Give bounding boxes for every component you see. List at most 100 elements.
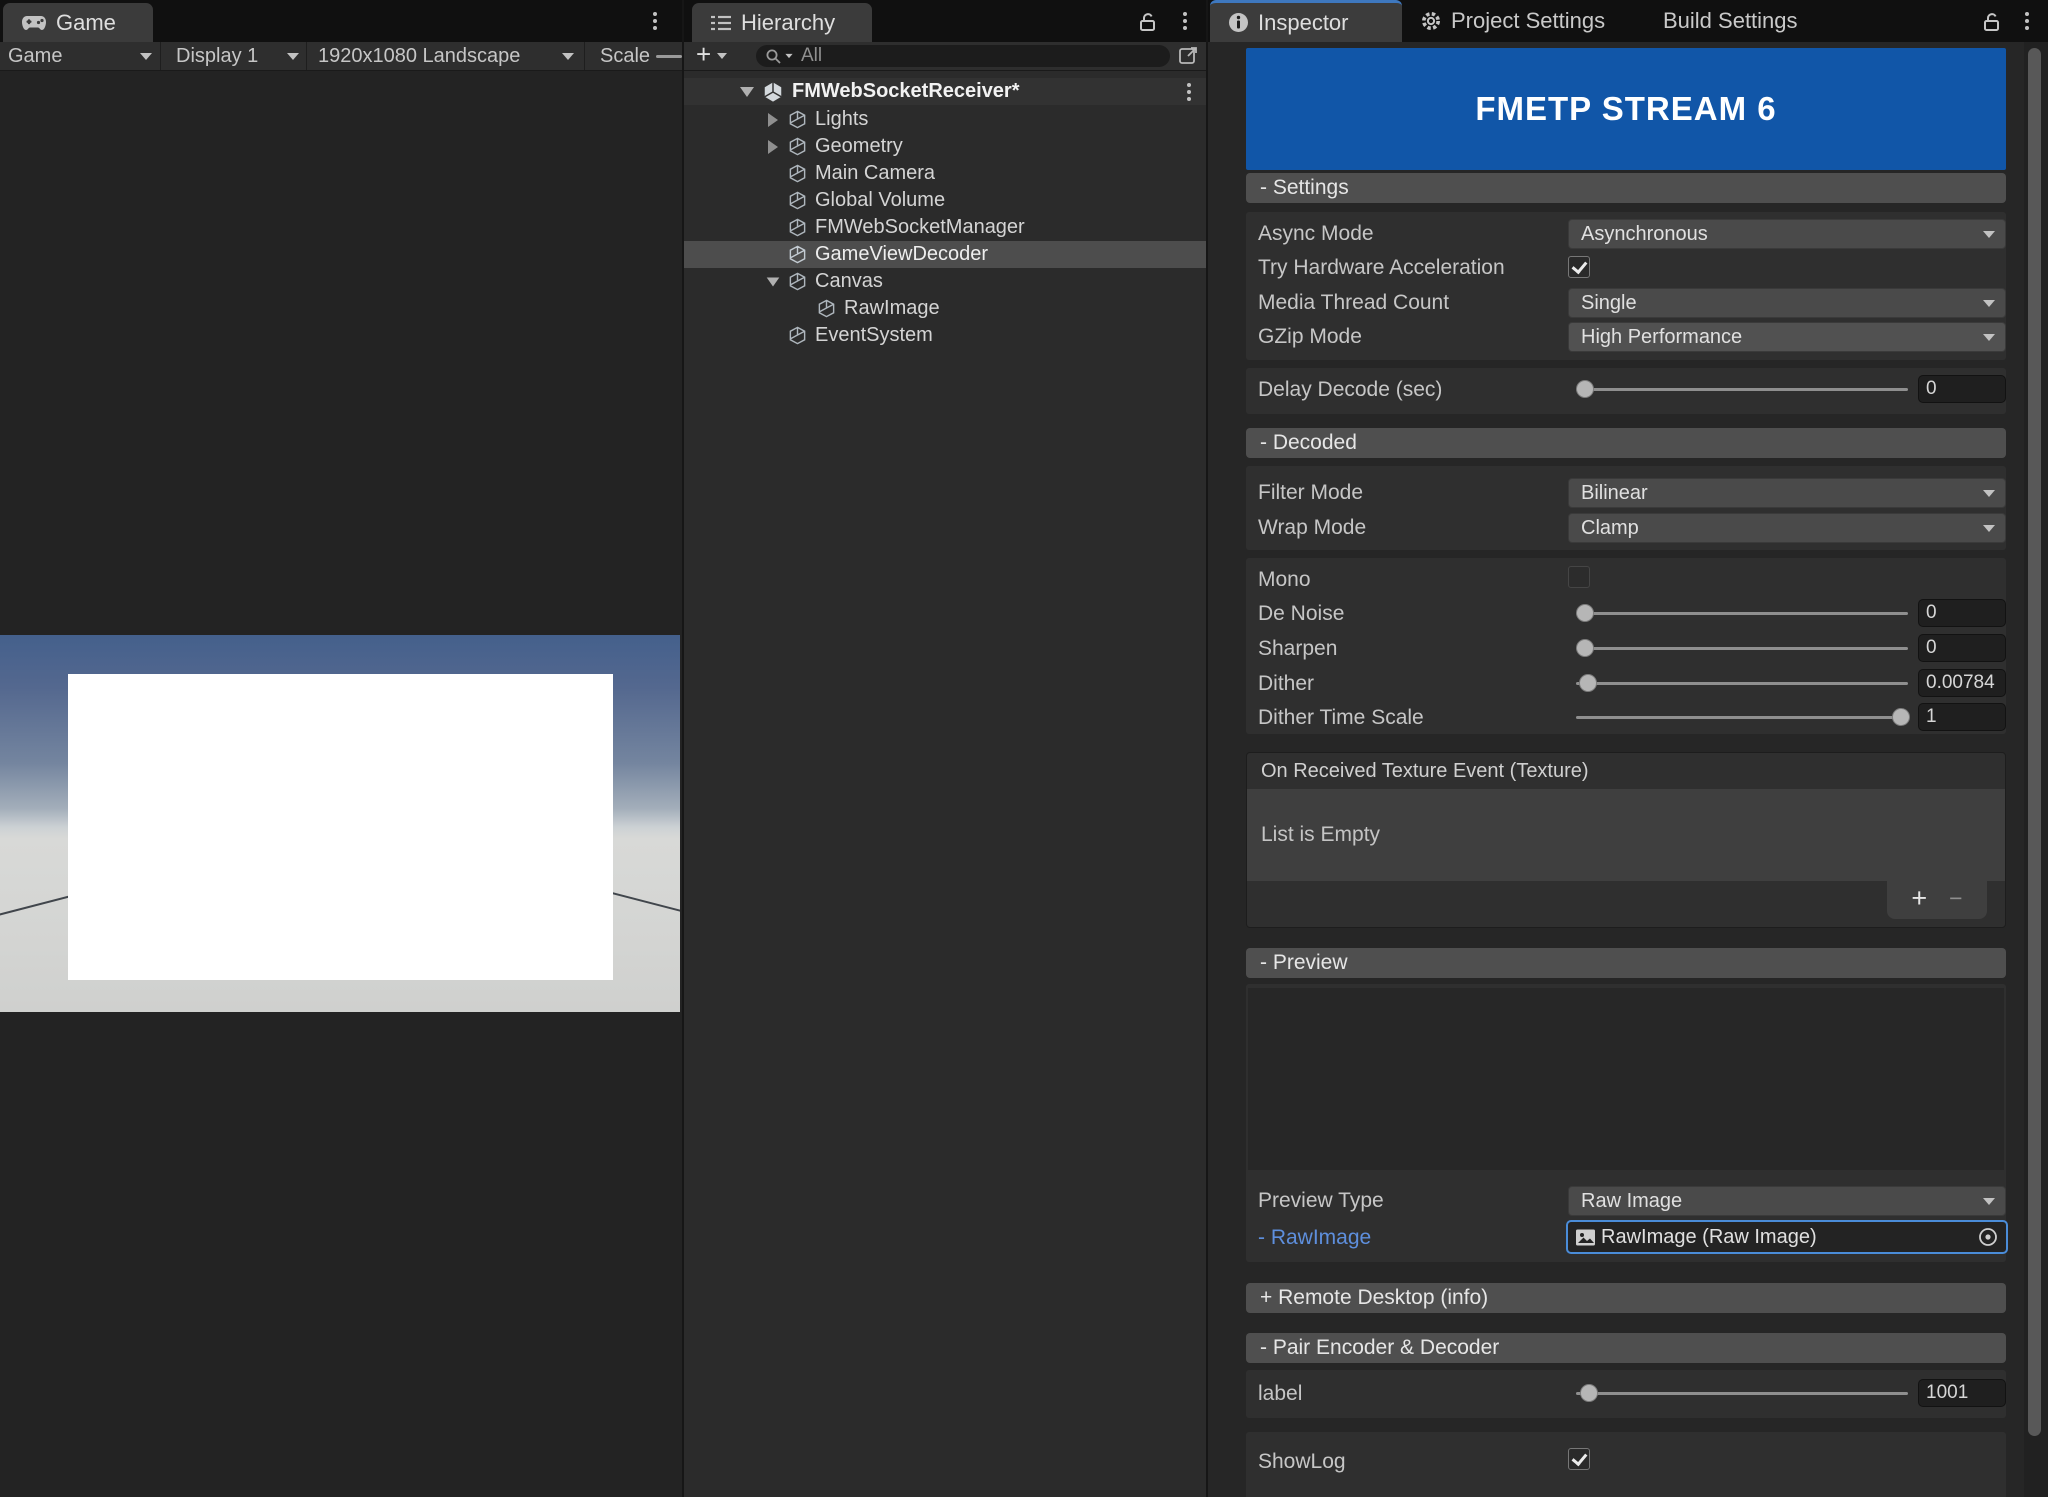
hierarchy-menu-kebab-icon[interactable] [1176, 10, 1194, 32]
rawimage-link-label[interactable]: - RawImage [1258, 1226, 1371, 1250]
event-add-button[interactable]: + [1911, 885, 1927, 912]
slider-handle[interactable] [1892, 708, 1910, 726]
settings-section-header[interactable]: - Settings [1246, 173, 2006, 203]
object-picker-icon[interactable] [1977, 1226, 1999, 1248]
gzip-mode-label: GZip Mode [1258, 325, 1362, 349]
hw-accel-checkbox[interactable] [1568, 256, 1590, 278]
inspector-menu-kebab-icon[interactable] [2018, 10, 2036, 32]
tree-row-rawimage[interactable]: RawImage [684, 295, 1206, 322]
tree-row-global-volume[interactable]: Global Volume [684, 187, 1206, 214]
dither-slider[interactable] [1576, 669, 1908, 697]
pair-encoder-label: - Pair Encoder & Decoder [1260, 1336, 1499, 1360]
search-filter-chevron-icon [785, 54, 792, 58]
slider-track[interactable] [1576, 682, 1908, 685]
rawimage-object-field[interactable]: RawImage (Raw Image) [1566, 1220, 2008, 1254]
fmetp-banner: FMETP STREAM 6 [1246, 48, 2006, 170]
preview-type-dropdown[interactable]: Raw Image [1568, 1186, 2006, 1216]
dither-field[interactable]: 0.00784 [1918, 669, 2006, 697]
foldout-collapsed-icon[interactable] [768, 140, 778, 154]
sharpen-slider[interactable] [1576, 634, 1908, 662]
add-gameobject-button[interactable]: + [696, 42, 738, 70]
tree-row-canvas[interactable]: Canvas [684, 268, 1206, 295]
tree-row-geometry[interactable]: Geometry [684, 133, 1206, 160]
dts-slider[interactable] [1576, 703, 1908, 731]
sharpen-field[interactable]: 0 [1918, 634, 2006, 662]
thread-count-dropdown[interactable]: Single [1568, 288, 2006, 318]
pair-label-slider[interactable] [1576, 1379, 1908, 1407]
tab-project-settings[interactable]: Project Settings [1420, 0, 1605, 42]
delay-decode-label: Delay Decode (sec) [1258, 378, 1442, 402]
event-list-body: List is Empty [1247, 789, 2005, 881]
slider-track[interactable] [1576, 612, 1908, 615]
async-mode-value: Asynchronous [1581, 223, 1708, 246]
dts-field[interactable]: 1 [1918, 703, 2006, 731]
filter-mode-dropdown[interactable]: Bilinear [1568, 478, 2006, 508]
foldout-collapsed-icon[interactable] [768, 113, 778, 127]
tree-row-main-camera[interactable]: Main Camera [684, 160, 1206, 187]
preview-section-header[interactable]: - Preview [1246, 948, 2006, 978]
scrollbar-thumb[interactable] [2028, 48, 2041, 1436]
tab-build-settings[interactable]: Build Settings [1663, 0, 1798, 42]
scene-kebab-icon[interactable] [1180, 81, 1198, 103]
denoise-value: 0 [1926, 602, 1937, 624]
decoded-header-label: - Decoded [1260, 431, 1357, 455]
tree-row-fmwebsocketmanager[interactable]: FMWebSocketManager [684, 214, 1206, 241]
slider-track[interactable] [1576, 716, 1908, 719]
slider-track[interactable] [1576, 1392, 1908, 1395]
gzip-mode-dropdown[interactable]: High Performance [1568, 322, 2006, 352]
slider-handle[interactable] [1576, 380, 1594, 398]
foldout-expanded-icon[interactable] [740, 87, 754, 97]
tab-hierarchy[interactable]: Hierarchy [692, 3, 872, 42]
tree-row-gameviewdecoder[interactable]: GameViewDecoder [684, 241, 1206, 268]
scale-slider[interactable] [656, 55, 682, 58]
delay-decode-slider[interactable] [1576, 375, 1908, 403]
lock-icon[interactable] [1136, 10, 1160, 34]
scene-row[interactable]: FMWebSocketReceiver* [684, 78, 1206, 105]
slider-track[interactable] [1576, 388, 1908, 391]
gzip-mode-value: High Performance [1581, 326, 1742, 349]
game-menu-kebab-icon[interactable] [646, 10, 664, 32]
tree-row-lights[interactable]: Lights [684, 106, 1206, 133]
slider-handle[interactable] [1576, 604, 1594, 622]
mono-checkbox[interactable] [1568, 566, 1590, 588]
pair-label-field[interactable]: 1001 [1918, 1379, 2006, 1407]
search-icon [765, 48, 782, 65]
slider-track[interactable] [1576, 647, 1908, 650]
wrap-mode-dropdown[interactable]: Clamp [1568, 513, 2006, 543]
cube-icon [788, 218, 807, 237]
wrap-mode-value: Clamp [1581, 517, 1639, 540]
event-remove-button[interactable]: − [1949, 887, 1962, 910]
mono-label: Mono [1258, 568, 1311, 592]
foldout-expanded-icon[interactable] [767, 277, 780, 286]
decoded-section-header[interactable]: - Decoded [1246, 428, 2006, 458]
pair-encoder-header[interactable]: - Pair Encoder & Decoder [1246, 1333, 2006, 1363]
resolution-dropdown[interactable]: 1920x1080 Landscape [318, 42, 580, 70]
tree-label: Lights [815, 108, 868, 131]
showlog-label: ShowLog [1258, 1450, 1346, 1474]
slider-handle[interactable] [1576, 639, 1594, 657]
remote-desktop-header[interactable]: + Remote Desktop (info) [1246, 1283, 2006, 1313]
tab-inspector[interactable]: Inspector [1210, 0, 1402, 42]
denoise-slider[interactable] [1576, 599, 1908, 627]
rawimage-object-value: RawImage (Raw Image) [1601, 1226, 1817, 1249]
slider-handle[interactable] [1580, 1384, 1598, 1402]
dither-label: Dither [1258, 672, 1314, 696]
game-viewport[interactable] [0, 635, 680, 1012]
tree-label: EventSystem [815, 324, 933, 347]
game-target-dropdown[interactable]: Game [8, 42, 156, 70]
hierarchy-search-input[interactable]: All [756, 45, 1170, 67]
denoise-field[interactable]: 0 [1918, 599, 2006, 627]
showlog-checkbox[interactable] [1568, 1448, 1590, 1470]
display-dropdown[interactable]: Display 1 [176, 42, 302, 70]
pop-out-window-icon[interactable] [1178, 45, 1200, 67]
lock-icon[interactable] [1980, 10, 2004, 34]
slider-handle[interactable] [1579, 674, 1597, 692]
delay-decode-field[interactable]: 0 [1918, 375, 2006, 403]
event-button-tray: + − [1887, 881, 1987, 919]
async-mode-dropdown[interactable]: Asynchronous [1568, 219, 2006, 249]
pair-label-value: 1001 [1926, 1382, 1968, 1404]
tree-row-eventsystem[interactable]: EventSystem [684, 322, 1206, 349]
unity-logo-icon [762, 81, 784, 103]
project-settings-label: Project Settings [1451, 8, 1605, 34]
tab-game[interactable]: Game [3, 3, 153, 42]
